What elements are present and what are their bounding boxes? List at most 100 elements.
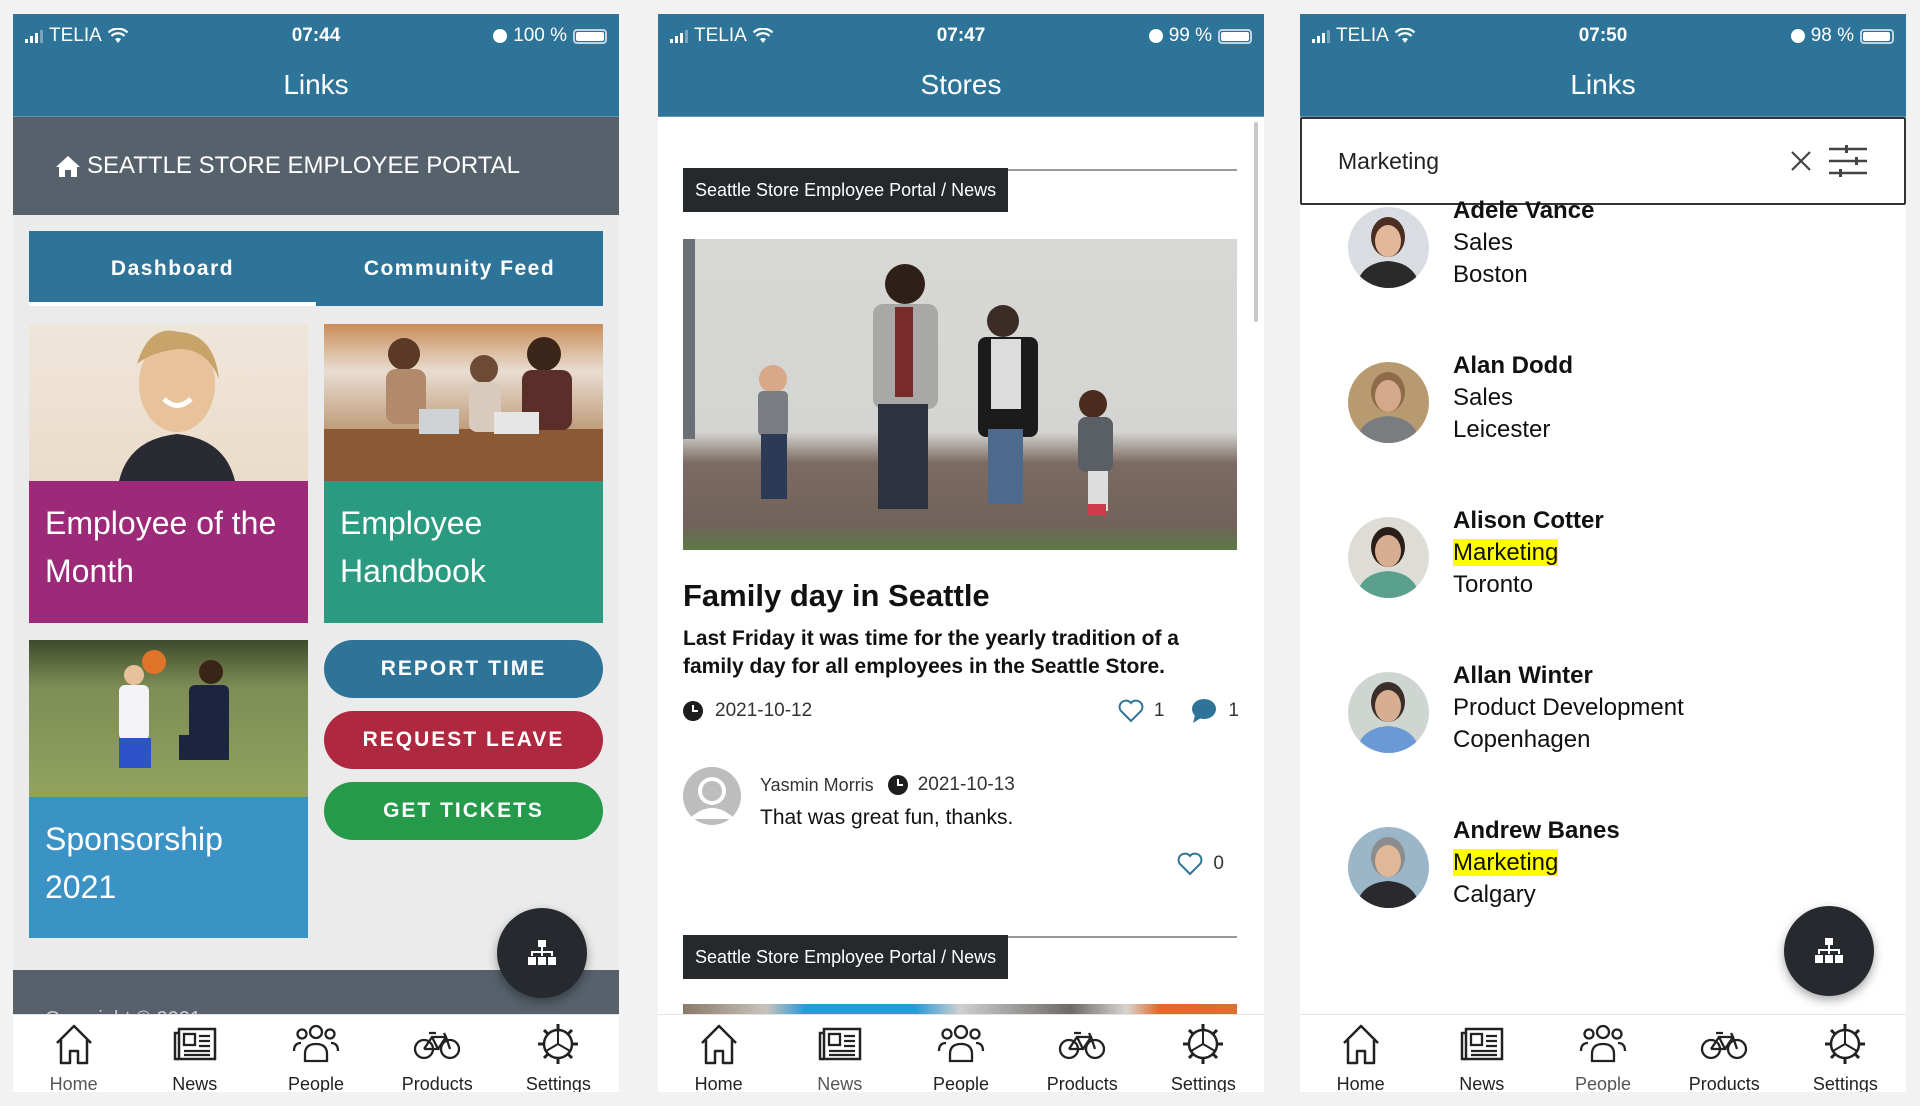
person-list-item[interactable]: Allan Winter Product Development Copenhage…	[1300, 656, 1820, 766]
nav-item-settings[interactable]: Settings	[498, 1015, 619, 1092]
tile-sponsorship-2021[interactable]: Sponsorship 2021	[29, 640, 308, 938]
bicycle-icon	[1699, 1021, 1749, 1072]
person-list-item[interactable]: Alison Cotter Marketing Toronto	[1300, 501, 1820, 611]
nav-item-news[interactable]: News	[1421, 1015, 1542, 1092]
filter-sliders-icon[interactable]	[1828, 144, 1868, 178]
nav-item-home[interactable]: Home	[13, 1015, 134, 1092]
people-icon	[936, 1021, 986, 1072]
page-title: Stores	[658, 60, 1264, 117]
bottom-nav: Home News People Products Settings	[1300, 1014, 1906, 1092]
alarm-icon	[1148, 29, 1163, 43]
nav-item-people[interactable]: People	[255, 1015, 376, 1092]
battery-icon	[1860, 28, 1894, 44]
clear-icon[interactable]	[1788, 148, 1814, 174]
report-time-button[interactable]: REPORT TIME	[324, 640, 603, 698]
comment-text: That was great fun, thanks.	[760, 806, 1014, 829]
people-icon	[291, 1021, 341, 1072]
soccer-photo	[29, 640, 308, 797]
person-name: Andrew Banes	[1453, 817, 1620, 844]
nav-label: People	[932, 1074, 990, 1092]
person-department: Sales	[1453, 229, 1513, 257]
person-list-item[interactable]: Alan Dodd Sales Leicester	[1300, 346, 1820, 456]
department-text: Sales	[1453, 384, 1514, 411]
comment-icon[interactable]	[1190, 698, 1218, 724]
like-count: 1	[1153, 700, 1165, 721]
status-bar: TELIA 07:44 100 %	[13, 14, 619, 60]
battery-percent: 99 %	[1168, 25, 1212, 46]
nav-item-home[interactable]: Home	[1300, 1015, 1421, 1092]
avatar	[1348, 207, 1429, 288]
nav-item-settings[interactable]: Settings	[1785, 1015, 1906, 1092]
person-city: Boston	[1453, 261, 1528, 288]
alarm-icon	[493, 29, 508, 43]
tile-label: Employee of the Month	[29, 481, 308, 623]
nav-label: Products	[1688, 1074, 1760, 1092]
nav-item-news[interactable]: News	[134, 1015, 255, 1092]
home-icon	[1336, 1021, 1386, 1072]
page-title: Links	[1300, 60, 1906, 117]
request-leave-button[interactable]: REQUEST LEAVE	[324, 711, 603, 769]
tab-dashboard[interactable]: Dashboard	[29, 231, 316, 306]
page-title: Links	[13, 60, 619, 117]
nav-item-products[interactable]: Products	[1022, 1015, 1143, 1092]
portal-banner[interactable]: SEATTLE STORE EMPLOYEE PORTAL	[13, 117, 619, 215]
nav-item-people[interactable]: People	[1542, 1015, 1663, 1092]
person-department: Marketing	[1453, 849, 1559, 877]
clock-icon	[887, 775, 908, 795]
person-name: Allan Winter	[1453, 662, 1593, 689]
tab-community-feed[interactable]: Community Feed	[316, 231, 603, 306]
avatar	[1348, 517, 1429, 598]
comment-count: 1	[1228, 700, 1239, 721]
comment-author[interactable]: Yasmin Morris	[760, 775, 874, 796]
nav-item-products[interactable]: Products	[1664, 1015, 1785, 1092]
soccer-players-image	[119, 650, 229, 768]
battery-icon	[573, 28, 607, 44]
tile-label: Employee Handbook	[324, 481, 603, 623]
person-department: Marketing	[1453, 539, 1559, 567]
tile-employee-handbook[interactable]: Employee Handbook	[324, 324, 603, 623]
gear-icon	[533, 1021, 583, 1072]
person-name: Alison Cotter	[1453, 507, 1604, 534]
news-image[interactable]	[683, 239, 1237, 550]
user-placeholder-icon	[689, 777, 735, 819]
avatar	[1348, 672, 1429, 753]
person-list-item[interactable]: Andrew Banes Marketing Calgary	[1300, 811, 1820, 921]
newspaper-icon	[170, 1021, 220, 1072]
person-list-item[interactable]: Adele Vance Sales Boston	[1300, 191, 1820, 301]
gear-icon	[1820, 1021, 1870, 1072]
heart-icon[interactable]	[1118, 699, 1144, 723]
nav-item-products[interactable]: Products	[377, 1015, 498, 1092]
home-icon	[49, 1021, 99, 1072]
nav-label: Products	[1046, 1074, 1118, 1092]
heart-icon[interactable]	[1177, 852, 1203, 876]
comment-meta-row: Yasmin Morris 2021-10-13	[760, 774, 1239, 796]
nav-label: Settings	[1170, 1074, 1236, 1092]
breadcrumb[interactable]: Seattle Store Employee Portal / News	[683, 935, 1009, 979]
get-tickets-button[interactable]: GET TICKETS	[324, 782, 603, 840]
comment-like-row: 0	[1177, 852, 1224, 876]
avatar	[1348, 827, 1429, 908]
nav-item-people[interactable]: People	[900, 1015, 1021, 1092]
person-city: Copenhagen	[1453, 726, 1591, 753]
breadcrumb[interactable]: Seattle Store Employee Portal / News	[683, 168, 1009, 212]
news-title[interactable]: Family day in Seattle	[683, 578, 990, 614]
status-bar: TELIA 07:50 98 %	[1300, 14, 1906, 60]
phone-screen-stores-news: TELIA 07:47 99 % Stores Seattle Store Em…	[658, 14, 1264, 1092]
sitemap-fab-button[interactable]	[1784, 906, 1874, 996]
search-input[interactable]	[1338, 147, 1788, 175]
newspaper-icon	[1457, 1021, 1507, 1072]
news-body: Last Friday it was time for the yearly t…	[683, 627, 1179, 678]
sitemap-fab-button[interactable]	[497, 908, 587, 998]
tile-employee-of-the-month[interactable]: Employee of the Month	[29, 324, 308, 623]
team-meeting-image	[324, 337, 603, 481]
sitemap-icon	[1815, 938, 1843, 963]
scrollbar[interactable]	[1254, 122, 1258, 322]
home-icon	[56, 156, 80, 177]
nav-item-settings[interactable]: Settings	[1143, 1015, 1264, 1092]
bottom-nav: Home News People Products Settings	[658, 1014, 1264, 1092]
search-highlight: Marketing	[1453, 539, 1559, 566]
status-bar: TELIA 07:47 99 %	[658, 14, 1264, 60]
nav-item-home[interactable]: Home	[658, 1015, 779, 1092]
avatar	[1348, 362, 1429, 443]
nav-item-news[interactable]: News	[779, 1015, 900, 1092]
